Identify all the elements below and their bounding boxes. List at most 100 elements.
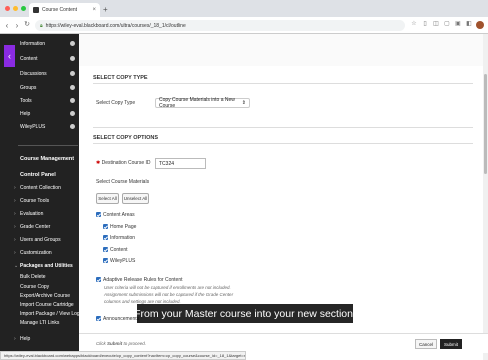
sidebar-item-groups[interactable]: Groups [20,85,36,91]
destination-course-id-label: ✱ Destination Course ID [96,160,151,166]
copy-type-select[interactable]: Copy Course Materials into a New Course … [155,97,250,109]
section-divider [93,127,473,128]
course-menu-toggle[interactable]: ‹ [4,45,15,67]
sidebar-item-content[interactable]: Content [20,56,38,62]
browser-tab[interactable]: Course Content × [29,3,100,17]
extension-icon[interactable]: ◫ [432,20,440,29]
home-page-label: Home Page [110,224,137,230]
sidebar-item-evaluation[interactable]: Evaluation [20,211,43,217]
expand-arrow-icon: › [14,250,16,256]
submit-note-prefix: Click [96,341,107,346]
main-scrollbar-thumb[interactable] [484,74,487,174]
sidebar-subitem-manage-lti[interactable]: Manage LTI Links [20,320,59,326]
adaptive-release-note: Assignment submissions will not be captu… [104,292,234,297]
submit-note-suffix: to proceed. [122,341,147,346]
url-field[interactable]: 🔒︎ https://wiley-eval.blackboard.com/ult… [35,20,405,31]
sidebar-item-content-collection[interactable]: Content Collection [20,185,61,191]
sidebar-item-help-bottom[interactable]: Help [20,336,30,342]
sidebar-subitem-export-archive[interactable]: Export/Archive Course [20,293,70,299]
minimize-window-icon[interactable] [13,6,18,11]
bookmark-star-icon[interactable]: ☆ [410,20,418,29]
close-window-icon[interactable] [5,6,10,11]
select-copy-options-heading: SELECT COPY OPTIONS [93,135,158,141]
sidebar-item-customization[interactable]: Customization [20,250,52,256]
sidebar-divider [18,145,78,146]
maximize-window-icon[interactable] [21,6,26,11]
expand-arrow-icon: › [14,198,16,204]
sidebar-subitem-import-package[interactable]: Import Package / View Logs [20,311,82,317]
sidebar-subitem-course-copy[interactable]: Course Copy [20,284,49,290]
extension-icons: ☆ ▯ ◫ ▢ ▣ ◧ ⋮ [410,20,488,29]
expand-arrow-icon: › [14,336,16,342]
address-bar-row: ‹ › ↻ 🔒︎ https://wiley-eval.blackboard.c… [0,17,488,34]
content-areas-label: Content Areas [103,212,135,218]
information-label: Information [110,235,136,241]
video-caption: From your Master course into your new se… [134,304,356,323]
wileyplus-checkbox[interactable] [103,258,108,263]
sidebar-item-information[interactable]: Information [20,41,45,47]
home-page-checkbox[interactable] [103,224,108,229]
unselect-all-button[interactable]: Unselect All [122,193,149,204]
section-divider [93,83,473,84]
destination-course-id-field[interactable]: TC324 [155,158,206,169]
destination-course-id-text: Destination Course ID [101,160,151,166]
course-sidebar: ‹ Information Content Discussions Groups… [0,34,82,360]
close-tab-icon[interactable]: × [92,7,96,13]
sidebar-item-dot [70,85,75,90]
sidebar-item-users-and-groups[interactable]: Users and Groups [20,237,61,243]
destination-course-id-value: TC324 [159,160,175,167]
submit-note: Click Submit to proceed. [96,341,146,346]
select-all-button[interactable]: Select All [96,193,119,204]
back-icon[interactable]: ‹ [2,21,12,30]
adaptive-release-label: Adaptive Release Rules for Content [103,277,183,283]
content-checkbox[interactable] [103,247,108,252]
sidebar-item-dot [70,111,75,116]
cancel-button[interactable]: Cancel [415,339,437,349]
content-label: Content [110,247,128,253]
main-header-band [79,34,488,66]
expand-arrow-icon: › [14,211,16,217]
adaptive-release-checkbox[interactable] [96,277,101,282]
copy-type-value: Copy Course Materials into a New Course [159,97,235,109]
lock-icon: 🔒︎ [40,22,43,29]
url-text: https://wiley-eval.blackboard.com/ultra/… [45,22,186,29]
window-controls [5,6,26,11]
expand-arrow-icon: › [14,237,16,243]
collapse-arrow-icon: ⌄ [14,263,19,269]
sidebar-item-course-tools[interactable]: Course Tools [20,198,49,204]
profile-avatar[interactable] [476,20,484,29]
new-tab-icon[interactable]: + [103,5,108,14]
submit-button[interactable]: Submit [440,339,462,349]
extension-icon[interactable]: ▣ [454,20,462,29]
sidebar-item-packages-and-utilities[interactable]: Packages and Utilities [20,263,73,269]
sidebar-item-discussions[interactable]: Discussions [20,71,47,77]
sidebar-item-dot [70,56,75,61]
blackboard-favicon-icon [33,7,39,13]
forward-icon[interactable]: › [12,21,22,30]
sidebar-item-dot [70,41,75,46]
content-areas-checkbox[interactable] [96,212,101,217]
select-copy-type-heading: SELECT COPY TYPE [93,75,148,81]
reload-icon[interactable]: ↻ [22,20,32,28]
select-course-materials-label: Select Course Materials [96,179,150,185]
wileyplus-label: WileyPLUS [110,258,136,264]
submit-note-bold: Submit [107,341,123,346]
sidebar-item-wileyplus[interactable]: WileyPLUS [20,124,45,130]
extension-icon[interactable]: ▯ [421,20,429,29]
control-panel-heading[interactable]: Control Panel [20,172,56,178]
select-copy-type-label: Select Copy Type [96,100,136,106]
sidebar-item-dot [70,98,75,103]
announcements-checkbox[interactable] [96,316,101,321]
sidebar-item-tools[interactable]: Tools [20,98,32,104]
information-checkbox[interactable] [103,235,108,240]
sidebar-item-grade-center[interactable]: Grade Center [20,224,50,230]
adaptive-release-note: User criteria will not be captured if en… [104,285,231,290]
course-management-heading: Course Management [20,156,75,162]
extension-icon[interactable]: ▢ [443,20,451,29]
sidebar-item-dot [70,71,75,76]
expand-arrow-icon: › [14,185,16,191]
sidebar-item-help[interactable]: Help [20,111,30,117]
sidebar-subitem-import-cartridge[interactable]: Import Course Cartridge [20,302,74,308]
extension-icon[interactable]: ◧ [465,20,473,29]
sidebar-subitem-bulk-delete[interactable]: Bulk Delete [20,274,46,280]
